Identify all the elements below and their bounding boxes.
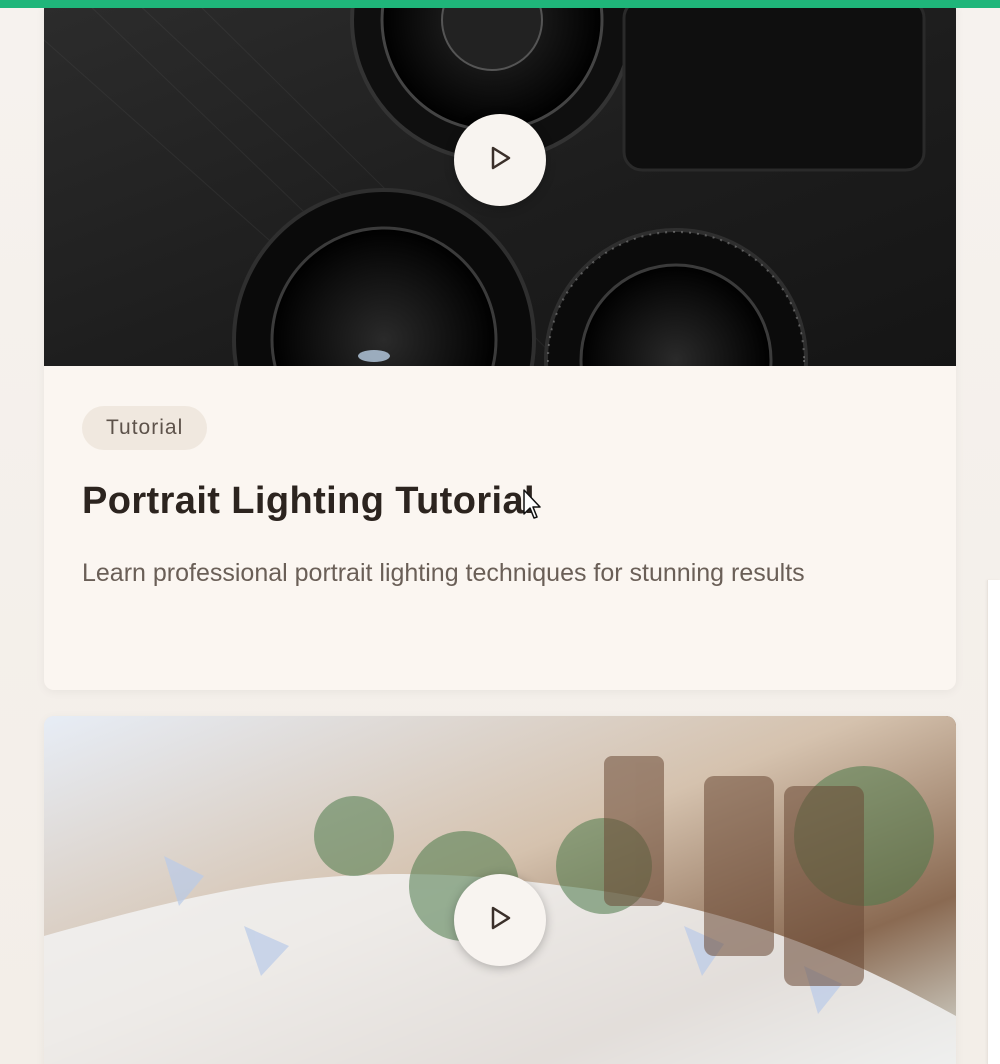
card-description: Learn professional portrait lighting tec… — [82, 559, 805, 587]
video-thumbnail[interactable] — [44, 0, 956, 492]
video-card[interactable] — [44, 716, 956, 1064]
page: Tutorial Portrait Lighting Tutorial Lear… — [0, 0, 1000, 1064]
video-card[interactable]: Tutorial Portrait Lighting Tutorial Lear… — [44, 0, 956, 690]
play-icon — [487, 144, 513, 176]
top-accent-bar — [0, 0, 1000, 8]
category-chip[interactable]: Tutorial — [82, 406, 208, 450]
play-button[interactable] — [454, 874, 546, 966]
mouse-pointer-icon — [522, 488, 542, 520]
video-thumbnail[interactable] — [44, 716, 956, 1064]
play-button[interactable] — [454, 114, 546, 206]
card-title[interactable]: Portrait Lighting Tutorial — [82, 474, 922, 528]
side-scroll-panel — [987, 580, 1000, 1064]
play-icon — [487, 904, 513, 936]
